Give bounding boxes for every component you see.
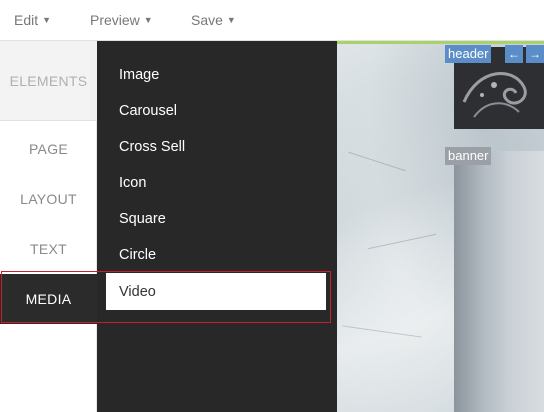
sidebar-item-layout[interactable]: LAYOUT	[0, 174, 97, 224]
banner-tag: banner	[445, 147, 492, 165]
arrow-left-icon[interactable]: ←	[505, 45, 523, 63]
canvas-top-accent	[337, 41, 544, 44]
preview-menu-button[interactable]: Preview ▼	[90, 12, 153, 28]
texture-crack	[348, 151, 406, 172]
save-menu-button[interactable]: Save ▼	[191, 12, 236, 28]
flyout-item-cross-sell[interactable]: Cross Sell	[119, 139, 185, 155]
texture-crack	[367, 233, 437, 250]
left-sidebar: ELEMENTS PAGE LAYOUT TEXT MEDIA	[0, 41, 97, 412]
caret-down-icon: ▼	[42, 15, 52, 25]
top-toolbar: Edit ▼ Preview ▼ Save ▼	[0, 0, 544, 41]
caret-down-icon: ▼	[143, 15, 153, 25]
flyout-item-image[interactable]: Image	[119, 67, 159, 83]
edit-menu-label: Edit	[14, 12, 39, 28]
caret-down-icon: ▼	[226, 15, 236, 25]
page-canvas[interactable]: header ← → banner	[337, 41, 544, 412]
save-menu-label: Save	[191, 12, 223, 28]
header-tag: header	[445, 45, 492, 63]
texture-crack	[342, 325, 422, 338]
media-flyout-menu: Image Carousel Cross Sell Icon Square Ci…	[97, 41, 337, 412]
flyout-item-icon[interactable]: Icon	[119, 175, 146, 191]
sidebar-item-elements[interactable]: ELEMENTS	[0, 41, 97, 121]
sidebar-item-media[interactable]: MEDIA	[0, 274, 97, 324]
flyout-item-square[interactable]: Square	[119, 211, 166, 227]
flyout-item-video[interactable]: Video	[106, 273, 326, 310]
sidebar-item-text[interactable]: TEXT	[0, 224, 97, 274]
edit-menu-button[interactable]: Edit ▼	[14, 12, 51, 28]
flyout-item-carousel[interactable]: Carousel	[119, 103, 177, 119]
banner-section[interactable]	[454, 151, 544, 412]
flyout-item-circle[interactable]: Circle	[119, 247, 156, 263]
sidebar-item-page[interactable]: PAGE	[0, 124, 97, 174]
preview-menu-label: Preview	[90, 12, 140, 28]
arrow-right-icon[interactable]: →	[526, 45, 544, 63]
